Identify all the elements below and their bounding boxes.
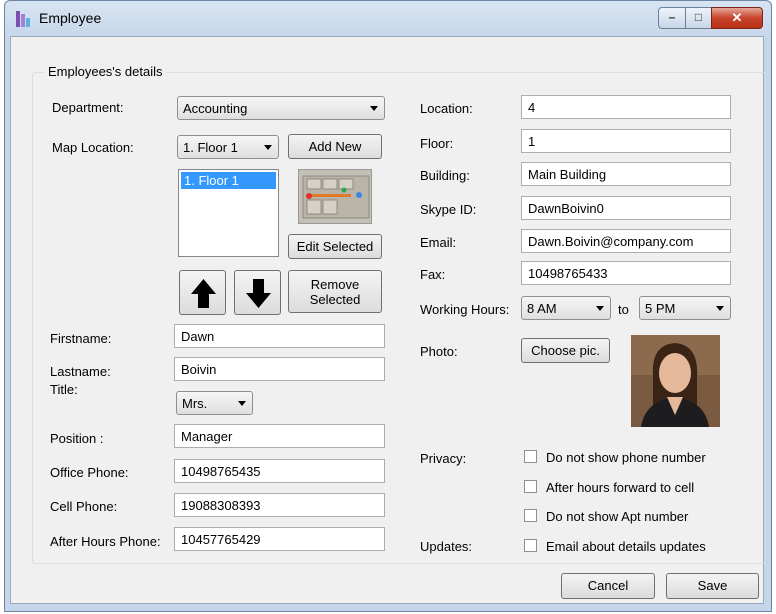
fax-field[interactable]: 10498765433	[521, 261, 731, 285]
department-dropdown[interactable]: Accounting	[177, 96, 385, 120]
minimize-icon: –	[668, 10, 676, 24]
email-updates-checkbox[interactable]	[524, 539, 537, 552]
cell-phone-label: Cell Phone:	[50, 499, 118, 514]
firstname-field[interactable]: Dawn	[174, 324, 385, 348]
photo-label: Photo:	[420, 344, 458, 359]
position-label: Position :	[50, 431, 104, 446]
map-location-value: 1. Floor 1	[183, 140, 238, 155]
move-down-button[interactable]	[234, 270, 281, 315]
updates-label: Updates:	[420, 539, 473, 554]
position-field[interactable]: Manager	[174, 424, 385, 448]
hide-apt-label: Do not show Apt number	[546, 509, 689, 524]
list-item[interactable]: 1. Floor 1	[181, 172, 276, 189]
edit-selected-button[interactable]: Edit Selected	[288, 234, 382, 259]
location-label: Location:	[420, 101, 473, 116]
floor-field[interactable]: 1	[521, 129, 731, 153]
maximize-button[interactable]: □	[685, 7, 712, 29]
privacy-label: Privacy:	[420, 451, 467, 466]
floor-label: Floor:	[420, 136, 454, 151]
skype-id-label: Skype ID:	[420, 202, 477, 217]
title-dropdown[interactable]: Mrs.	[176, 391, 253, 415]
department-label: Department:	[52, 100, 124, 115]
hide-phone-label: Do not show phone number	[546, 450, 706, 465]
app-icon	[16, 11, 30, 27]
employee-photo	[631, 335, 720, 427]
move-up-button[interactable]	[179, 270, 226, 315]
arrow-up-icon	[191, 279, 216, 308]
working-hours-from-dropdown[interactable]: 8 AM	[521, 296, 611, 320]
close-button[interactable]: ✕	[711, 7, 763, 29]
forward-to-cell-checkbox[interactable]	[524, 480, 537, 493]
email-field[interactable]: Dawn.Boivin@company.com	[521, 229, 731, 253]
location-field[interactable]: 4	[521, 95, 731, 119]
arrow-down-icon	[246, 279, 271, 308]
department-value: Accounting	[183, 101, 248, 116]
to-label: to	[618, 302, 629, 317]
map-location-dropdown[interactable]: 1. Floor 1	[177, 135, 279, 159]
working-hours-from-value: 8 AM	[527, 301, 557, 316]
cell-phone-field[interactable]: 19088308393	[174, 493, 385, 517]
office-phone-label: Office Phone:	[50, 465, 129, 480]
window-title: Employee	[39, 10, 102, 26]
email-label: Email:	[420, 235, 457, 250]
forward-to-cell-label: After hours forward to cell	[546, 480, 695, 495]
chevron-down-icon	[596, 306, 604, 311]
email-updates-label: Email about details updates	[546, 539, 706, 554]
title-bar[interactable]: Employee – □ ✕	[5, 1, 771, 37]
firstname-label: Firstname:	[50, 331, 112, 346]
office-phone-field[interactable]: 10498765435	[174, 459, 385, 483]
working-hours-label: Working Hours:	[420, 302, 510, 317]
close-icon: ✕	[731, 10, 743, 25]
skype-id-field[interactable]: DawnBoivin0	[521, 196, 731, 220]
floors-listbox[interactable]: 1. Floor 1	[178, 169, 279, 257]
chevron-down-icon	[370, 106, 378, 111]
title-label: Title:	[50, 382, 78, 397]
after-hours-phone-label: After Hours Phone:	[50, 534, 161, 549]
lastname-field[interactable]: Boivin	[174, 357, 385, 381]
working-hours-to-dropdown[interactable]: 5 PM	[639, 296, 731, 320]
choose-pic-button[interactable]: Choose pic.	[521, 338, 610, 363]
minimize-button[interactable]: –	[658, 7, 686, 29]
add-new-button[interactable]: Add New	[288, 134, 382, 159]
save-button[interactable]: Save	[666, 573, 759, 599]
building-field[interactable]: Main Building	[521, 162, 731, 186]
map-location-label: Map Location:	[52, 140, 134, 155]
after-hours-phone-field[interactable]: 10457765429	[174, 527, 385, 551]
remove-selected-button[interactable]: Remove Selected	[288, 270, 382, 313]
hide-phone-checkbox[interactable]	[524, 450, 537, 463]
chevron-down-icon	[264, 145, 272, 150]
working-hours-to-value: 5 PM	[645, 301, 676, 316]
building-label: Building:	[420, 168, 470, 183]
chevron-down-icon	[238, 401, 246, 406]
hide-apt-checkbox[interactable]	[524, 509, 537, 522]
fax-label: Fax:	[420, 267, 446, 282]
maximize-icon: □	[694, 10, 703, 24]
group-title: Employees's details	[44, 64, 167, 79]
title-value: Mrs.	[182, 396, 208, 411]
chevron-down-icon	[716, 306, 724, 311]
floor-map-thumbnail	[298, 169, 372, 224]
cancel-button[interactable]: Cancel	[561, 573, 655, 599]
lastname-label: Lastname:	[50, 364, 111, 379]
